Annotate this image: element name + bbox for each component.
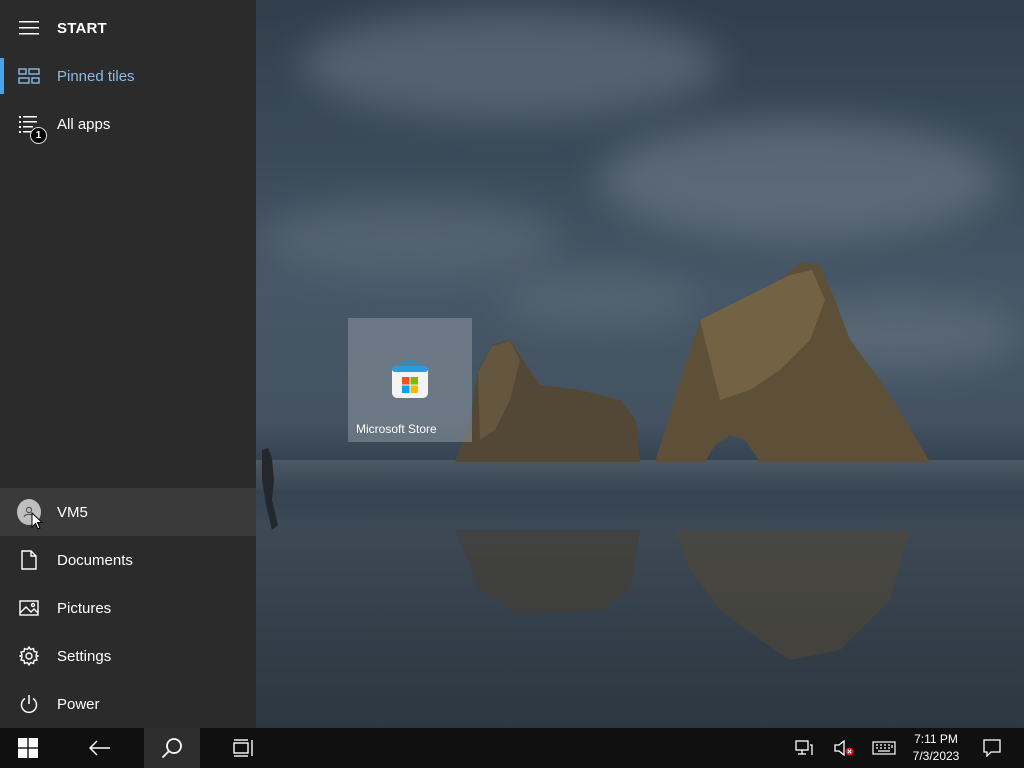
- network-button[interactable]: [788, 728, 820, 768]
- pictures-label: Pictures: [57, 599, 112, 617]
- system-clock[interactable]: 7:11 PM 7/3/2023: [904, 728, 968, 768]
- documents-item[interactable]: Documents: [0, 536, 256, 584]
- all-apps-label: All apps: [57, 115, 111, 133]
- search-icon: [161, 738, 182, 759]
- mouse-cursor-icon: [31, 512, 43, 530]
- picture-icon: [17, 596, 41, 620]
- back-button[interactable]: [72, 728, 128, 768]
- tile-label: Microsoft Store: [356, 422, 437, 436]
- power-item[interactable]: Power: [0, 680, 256, 728]
- pictures-item[interactable]: Pictures: [0, 584, 256, 632]
- search-button[interactable]: [144, 728, 200, 768]
- touch-keyboard-button[interactable]: [866, 728, 902, 768]
- pinned-tiles-label: Pinned tiles: [57, 67, 135, 85]
- clock-date: 7/3/2023: [912, 749, 960, 763]
- action-center-button[interactable]: [976, 728, 1008, 768]
- clock-time: 7:11 PM: [914, 732, 958, 746]
- network-icon: [795, 740, 813, 755]
- back-arrow-icon: [89, 740, 110, 756]
- settings-item[interactable]: Settings: [0, 632, 256, 680]
- power-icon: [17, 692, 41, 716]
- volume-muted-icon: [834, 740, 854, 756]
- user-name-label: VM5: [57, 503, 88, 521]
- volume-button[interactable]: [828, 728, 860, 768]
- taskbar: 7:11 PM 7/3/2023: [0, 728, 1024, 768]
- gear-icon: [17, 644, 41, 668]
- task-view-icon: [233, 739, 253, 757]
- notification-badge: 1: [30, 127, 47, 144]
- tiles-icon: [17, 64, 41, 88]
- task-view-button[interactable]: [216, 728, 272, 768]
- start-button[interactable]: [0, 728, 56, 768]
- document-icon: [17, 548, 41, 572]
- hamburger-menu-icon[interactable]: [17, 16, 41, 40]
- power-label: Power: [57, 695, 100, 713]
- start-header[interactable]: START: [0, 4, 256, 52]
- documents-label: Documents: [57, 551, 133, 569]
- start-sidebar: START Pinned tiles All apps 1 VM5 Docume…: [0, 0, 256, 728]
- action-center-icon: [983, 739, 1001, 757]
- touch-keyboard-icon: [872, 741, 896, 755]
- pinned-tiles-item[interactable]: Pinned tiles: [0, 52, 256, 100]
- windows-logo-icon: [18, 738, 38, 758]
- settings-label: Settings: [57, 647, 112, 665]
- microsoft-store-icon: [392, 360, 428, 398]
- start-title: START: [57, 19, 107, 37]
- microsoft-store-tile[interactable]: Microsoft Store: [348, 318, 472, 442]
